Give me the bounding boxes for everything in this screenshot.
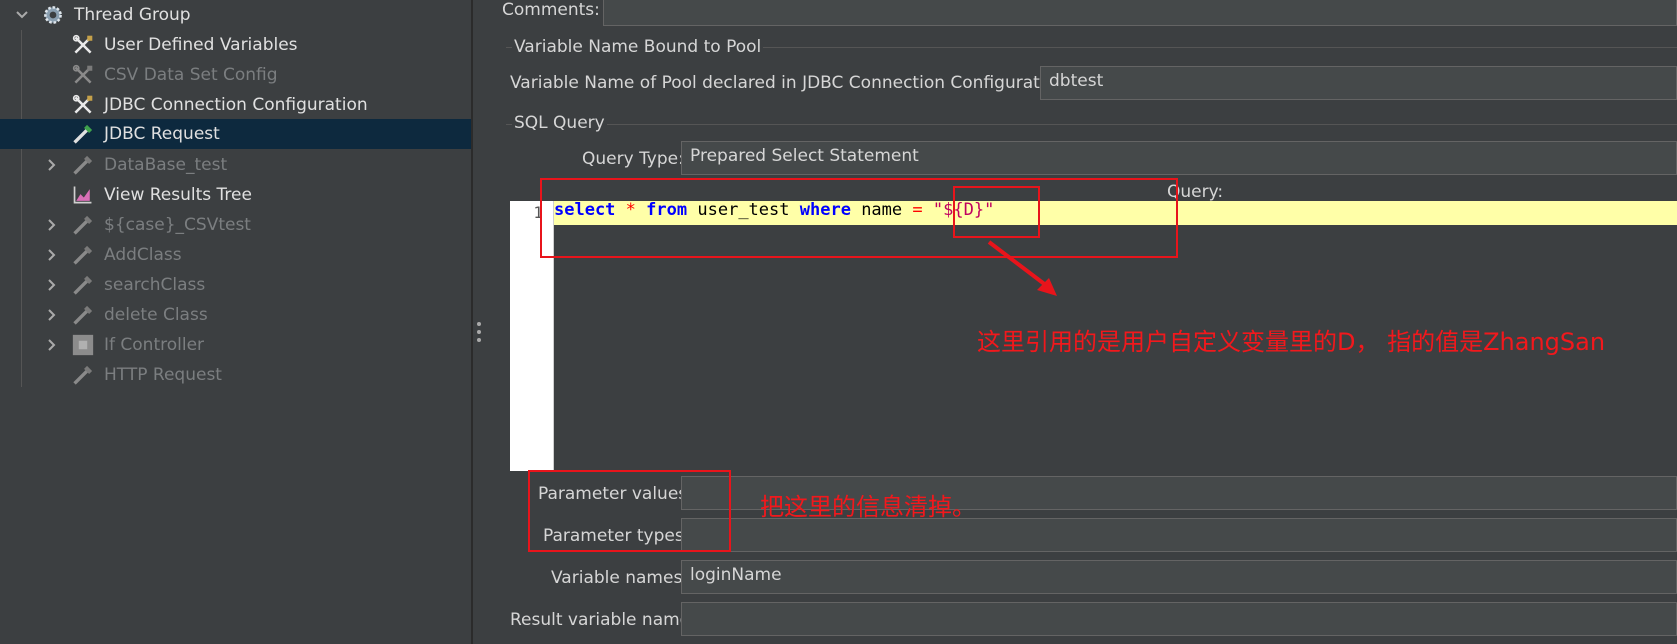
drag-handle-icon[interactable] — [476, 320, 482, 344]
tree-item-view-results-tree[interactable]: View Results Tree — [0, 180, 472, 210]
tree-item-label: View Results Tree — [104, 185, 252, 205]
annotation-query-box — [540, 178, 1178, 258]
pool-name-field[interactable]: dbtest — [1040, 66, 1677, 100]
tree-item-label: ${case}_CSVtest — [104, 215, 251, 235]
sampler-pipette-icon — [73, 245, 93, 265]
sampler-pipette-icon — [73, 365, 93, 385]
sql-section-title: SQL Query — [512, 113, 607, 133]
section-divider — [506, 124, 1677, 125]
tree-item-label: searchClass — [104, 275, 206, 295]
sampler-pipette-icon — [73, 124, 93, 144]
tree-item-csv-data-set-config[interactable]: CSV Data Set Config — [0, 60, 472, 90]
sampler-pipette-icon — [73, 275, 93, 295]
pool-name-label: Variable Name of Pool declared in JDBC C… — [510, 73, 1072, 93]
annotation-note-clear: 把这里的信息清掉。 — [760, 493, 976, 521]
tree-item-label: If Controller — [104, 335, 205, 355]
chevron-right-icon[interactable] — [44, 247, 60, 263]
tree-item-label: JDBC Connection Configuration — [104, 95, 368, 115]
annotation-variable-box — [953, 186, 1040, 238]
tree-item-addclass[interactable]: AddClass — [0, 240, 472, 270]
result-variable-field[interactable] — [681, 602, 1677, 636]
pool-section-title: Variable Name Bound to Pool — [512, 37, 764, 57]
tree-item-label: HTTP Request — [104, 365, 222, 385]
parameter-types-field[interactable] — [681, 518, 1677, 552]
chevron-right-icon[interactable] — [44, 157, 60, 173]
config-wrench-icon — [72, 34, 93, 54]
tree-item-case-csvtest[interactable]: ${case}_CSVtest — [0, 210, 472, 240]
query-type-label: Query Type: — [582, 149, 684, 169]
sampler-pipette-icon — [73, 215, 93, 235]
chevron-down-icon[interactable] — [14, 7, 30, 23]
comments-field[interactable] — [603, 0, 1677, 26]
query-type-select[interactable]: Prepared Select Statement — [681, 141, 1677, 175]
tree-item-label: DataBase_test — [104, 155, 228, 175]
gear-icon — [44, 6, 62, 24]
tree-item-thread-group[interactable]: Thread Group — [0, 0, 472, 30]
tree-item-user-defined-variables[interactable]: User Defined Variables — [0, 30, 472, 60]
sampler-pipette-icon — [73, 155, 93, 175]
variable-names-label: Variable names: — [551, 568, 689, 588]
chart-listener-icon — [73, 186, 92, 204]
tree-item-label: AddClass — [104, 245, 182, 265]
chevron-right-icon[interactable] — [44, 337, 60, 353]
test-plan-tree: Thread Group User Defined Variables CSV … — [0, 0, 472, 644]
tree-item-if-controller[interactable]: If Controller — [0, 330, 472, 360]
config-wrench-icon — [72, 64, 93, 84]
result-variable-label: Result variable name: — [510, 610, 696, 630]
sampler-pipette-icon — [73, 305, 93, 325]
annotation-note-variable: 这里引用的是用户自定义变量里的D， 指的值是ZhangSan — [977, 328, 1606, 356]
tree-item-label: CSV Data Set Config — [104, 65, 278, 85]
comments-label: Comments: — [502, 0, 600, 20]
tree-item-delete-class[interactable]: delete Class — [0, 300, 472, 330]
chevron-right-icon[interactable] — [44, 277, 60, 293]
tree-item-label: User Defined Variables — [104, 35, 298, 55]
tree-item-label: Thread Group — [74, 5, 191, 25]
tree-item-jdbc-connection-configuration[interactable]: JDBC Connection Configuration — [0, 90, 472, 120]
config-wrench-icon — [72, 94, 93, 114]
annotation-params-box — [528, 470, 731, 552]
panel-splitter[interactable] — [471, 0, 473, 644]
tree-item-label: delete Class — [104, 305, 208, 325]
tree-item-database-test[interactable]: DataBase_test — [0, 150, 472, 180]
controller-icon — [72, 334, 94, 356]
tree-item-searchclass[interactable]: searchClass — [0, 270, 472, 300]
annotation-arrow-icon — [987, 240, 1057, 296]
tree-item-jdbc-request[interactable]: JDBC Request — [0, 119, 472, 149]
variable-names-field[interactable]: loginName — [681, 560, 1677, 594]
tree-item-http-request[interactable]: HTTP Request — [0, 360, 472, 390]
tree-item-label: JDBC Request — [104, 124, 220, 144]
chevron-right-icon[interactable] — [44, 217, 60, 233]
chevron-right-icon[interactable] — [44, 307, 60, 323]
